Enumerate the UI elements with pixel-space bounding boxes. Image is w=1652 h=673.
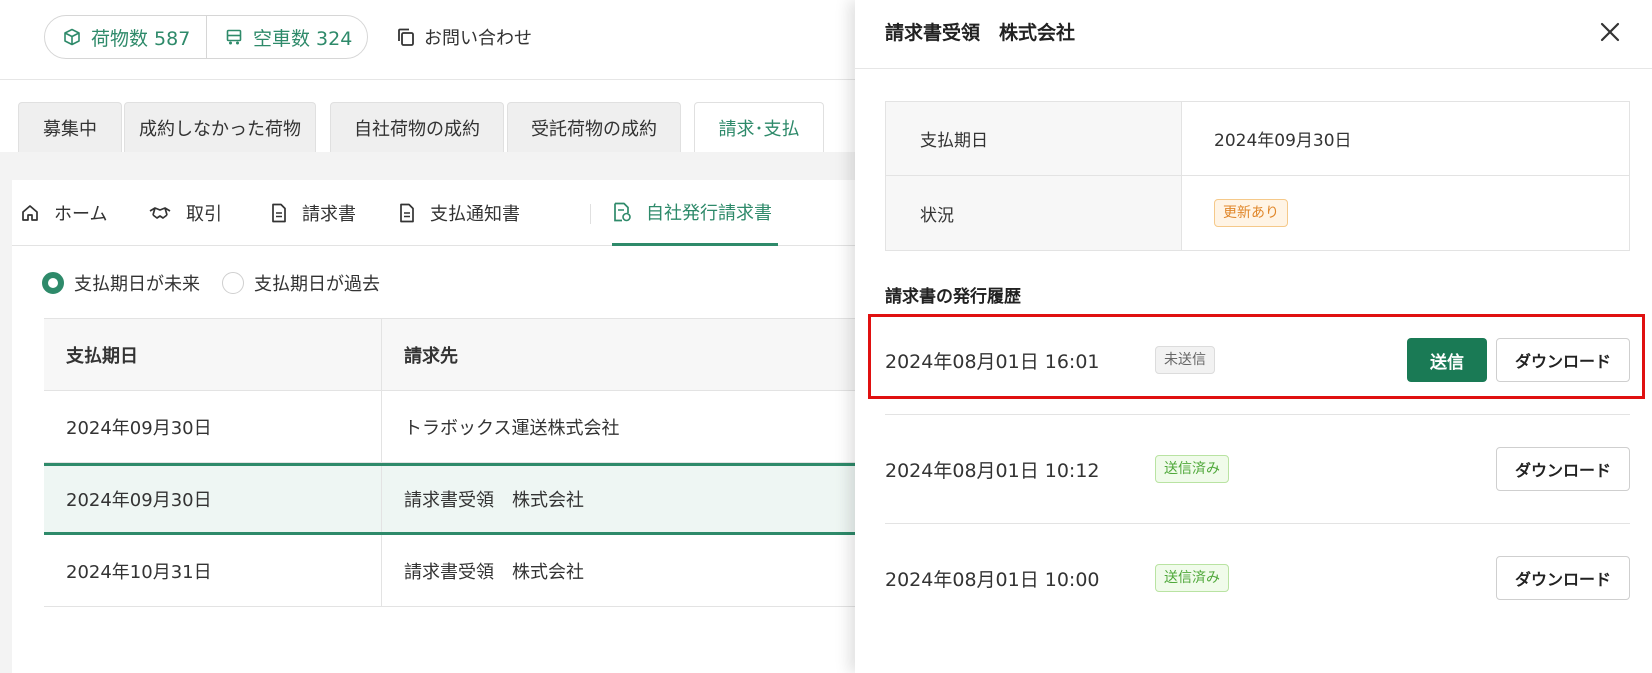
cell-due-date: 2024年09月30日: [44, 466, 382, 532]
subnav-home-label: ホーム: [54, 204, 108, 225]
subnav-payment-notices[interactable]: 支払通知書: [398, 180, 520, 246]
contact-label: お問い合わせ: [424, 28, 532, 49]
history-row: 2024年08月01日 10:12 送信済み ダウンロード: [885, 429, 1630, 509]
column-header-due-date: 支払期日: [44, 319, 382, 390]
truck-icon: [226, 29, 242, 45]
drawer-title: 請求書受領 株式会社: [885, 22, 1076, 44]
main-tabs: 募集中 成約しなかった荷物 自社荷物の成約 受託荷物の成約 請求･支払: [0, 80, 860, 152]
status-badge: 更新あり: [1214, 199, 1288, 227]
truck-count-stat[interactable]: 空車数 324: [207, 16, 352, 58]
drawer-divider: [855, 68, 1652, 69]
tab-billing-payment[interactable]: 請求･支払: [694, 102, 824, 152]
subnav-invoices-label: 請求書: [302, 204, 356, 225]
filter-past-label: 支払期日が過去: [254, 274, 380, 295]
subnav-invoices[interactable]: 請求書: [270, 180, 356, 246]
history-section-title: 請求書の発行履歴: [885, 287, 1021, 307]
info-value-due-date: 2024年09月30日: [1214, 131, 1352, 151]
table-header-row: 支払期日 請求先: [44, 319, 860, 391]
history-divider: [885, 414, 1630, 415]
info-label-due-date: 支払期日: [886, 102, 1182, 175]
history-row: 2024年08月01日 16:01 未送信 送信 ダウンロード: [885, 320, 1630, 400]
cell-client: 請求書受領 株式会社: [404, 490, 584, 511]
contact-link[interactable]: お問い合わせ: [396, 20, 532, 54]
table-row[interactable]: 2024年10月31日 請求書受領 株式会社: [44, 535, 860, 607]
subnav-transactions[interactable]: 取引: [148, 180, 222, 246]
tab-recruiting[interactable]: 募集中: [18, 102, 122, 152]
document-icon: [400, 203, 414, 223]
tab-consigned-contracts[interactable]: 受託荷物の成約: [507, 102, 681, 152]
invoice-icon: [614, 202, 631, 221]
subnav-payment-notices-label: 支払通知書: [430, 204, 520, 225]
stats-pill: 荷物数 587 空車数 324: [44, 15, 368, 59]
info-row-due-date: 支払期日 2024年09月30日: [886, 102, 1629, 176]
status-badge-sent: 送信済み: [1155, 564, 1229, 592]
invoice-detail-drawer: 請求書受領 株式会社 支払期日 2024年09月30日 状況 更新あり 請求書の…: [855, 0, 1652, 673]
filter-past-radio[interactable]: 支払期日が過去: [222, 270, 380, 296]
close-button[interactable]: [1596, 18, 1624, 46]
cell-due-date: 2024年10月31日: [44, 535, 382, 606]
content-panel: ホーム 取引 請求書 支払通知書 自社発行請求書 支払期日が未来 支払期日が過去: [12, 180, 860, 673]
status-badge-unsent: 未送信: [1155, 346, 1215, 374]
cell-due-date: 2024年09月30日: [44, 391, 382, 462]
invoice-table: 支払期日 請求先 2024年09月30日 トラボックス運送株式会社 2024年0…: [44, 318, 860, 607]
info-row-status: 状況 更新あり: [886, 176, 1629, 250]
handshake-icon: [149, 207, 171, 219]
history-datetime: 2024年08月01日 10:00: [885, 568, 1100, 591]
invoice-info-table: 支払期日 2024年09月30日 状況 更新あり: [885, 101, 1630, 251]
column-header-client: 請求先: [404, 345, 458, 367]
subnav-own-issued-invoices[interactable]: 自社発行請求書: [612, 180, 778, 246]
history-row: 2024年08月01日 10:00 送信済み ダウンロード: [885, 538, 1630, 618]
radio-checked-icon: [42, 272, 64, 294]
filter-future-label: 支払期日が未来: [74, 274, 200, 295]
subnav-home[interactable]: ホーム: [20, 180, 107, 246]
history-datetime: 2024年08月01日 16:01: [885, 350, 1100, 373]
truck-count-label: 空車数 324: [253, 27, 353, 50]
tab-not-contracted[interactable]: 成約しなかった荷物: [124, 102, 316, 152]
sub-navigation: ホーム 取引 請求書 支払通知書 自社発行請求書: [12, 180, 860, 246]
status-badge-sent: 送信済み: [1155, 455, 1229, 483]
info-label-status: 状況: [886, 176, 1182, 250]
filter-future-radio[interactable]: 支払期日が未来: [42, 270, 200, 296]
info-value-status: 更新あり: [1182, 176, 1629, 250]
copy-icon: [398, 28, 414, 46]
send-button[interactable]: 送信: [1407, 338, 1487, 382]
download-button[interactable]: ダウンロード: [1496, 338, 1630, 382]
history-datetime: 2024年08月01日 10:12: [885, 459, 1100, 482]
cargo-count-label: 荷物数 587: [91, 27, 191, 50]
package-icon: [64, 28, 80, 46]
cell-client: 請求書受領 株式会社: [404, 561, 584, 583]
subnav-transactions-label: 取引: [186, 204, 222, 225]
history-divider: [885, 523, 1630, 524]
table-row-selected[interactable]: 2024年09月30日 請求書受領 株式会社: [44, 463, 860, 535]
subnav-divider: [590, 204, 591, 224]
tab-own-cargo-contracts[interactable]: 自社荷物の成約: [330, 102, 504, 152]
table-row[interactable]: 2024年09月30日 トラボックス運送株式会社: [44, 391, 860, 463]
home-icon: [22, 205, 38, 221]
radio-unchecked-icon: [222, 272, 244, 294]
subnav-own-issued-invoices-label: 自社発行請求書: [646, 202, 772, 224]
close-icon: [1600, 22, 1620, 42]
cell-client: トラボックス運送株式会社: [404, 417, 620, 439]
due-date-filter: 支払期日が未来 支払期日が過去: [42, 268, 402, 298]
document-icon: [272, 203, 286, 223]
download-button[interactable]: ダウンロード: [1496, 447, 1630, 491]
cargo-count-stat[interactable]: 荷物数 587: [45, 16, 207, 58]
download-button[interactable]: ダウンロード: [1496, 556, 1630, 600]
